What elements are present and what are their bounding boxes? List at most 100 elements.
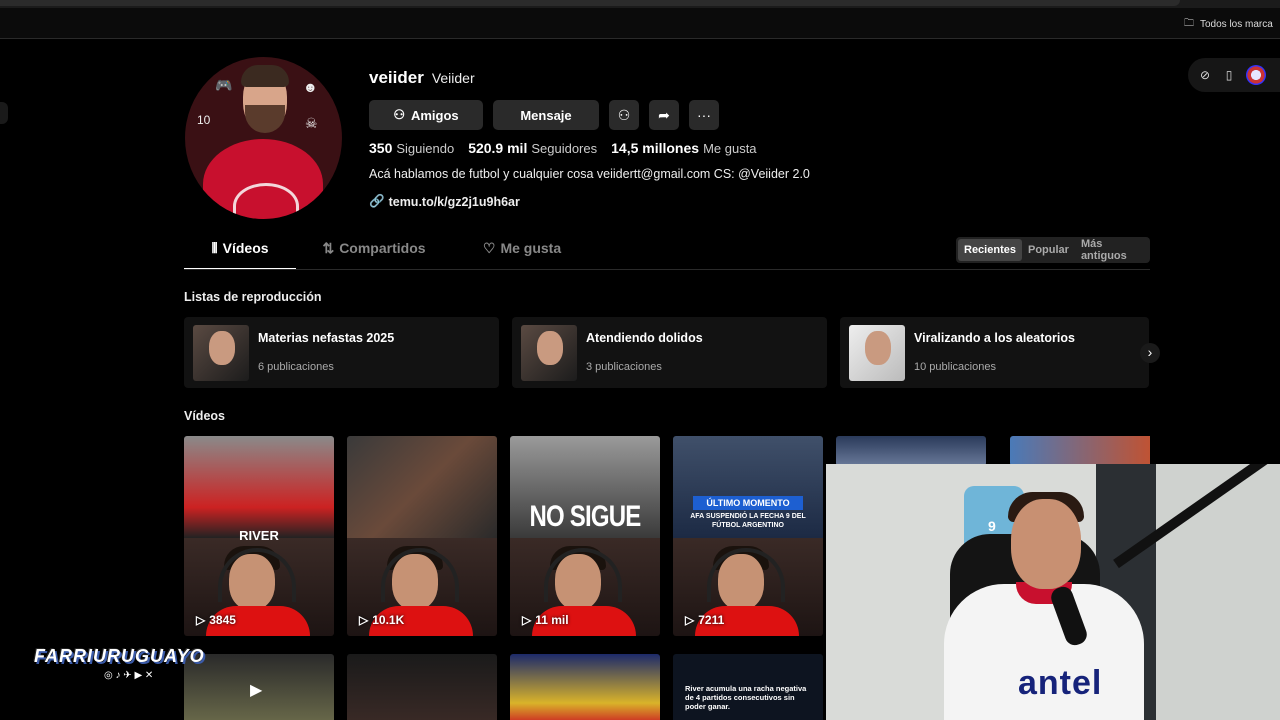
account-avatar[interactable] xyxy=(1246,65,1266,85)
profile-link[interactable]: 🔗 temu.to/k/gz2j1u9h6ar xyxy=(369,194,520,209)
playlist-card[interactable]: Atendiendo dolidos 3 publicaciones xyxy=(512,317,827,388)
add-friend-icon[interactable]: ⚇ xyxy=(609,100,639,130)
heart-icon: ♡ xyxy=(482,240,496,256)
view-count: ▷ 11 mil xyxy=(522,613,569,627)
view-count: ▷ 10.1K xyxy=(359,613,404,627)
chevron-right-icon[interactable]: › xyxy=(1140,343,1160,363)
followers-stat[interactable]: 520.9 mil Seguidores xyxy=(468,140,597,156)
view-count-text: 10.1K xyxy=(372,613,405,627)
display-name: Veiider xyxy=(431,70,475,86)
profile-bio: Acá hablamos de futbol y cualquier cosa … xyxy=(369,167,810,181)
sort-recent[interactable]: Recientes xyxy=(958,239,1022,261)
video-thumbnail xyxy=(184,436,334,538)
playlist-card[interactable]: Viralizando a los aleatorios 10 publicac… xyxy=(840,317,1149,388)
folder-icon: 🗀 xyxy=(1184,18,1194,29)
shirt-number-icon: 10 xyxy=(197,113,211,127)
browser-top-strip xyxy=(0,0,1280,8)
video-caption: NO SIGUE xyxy=(529,500,642,533)
side-handle[interactable] xyxy=(0,102,8,124)
playlist-title: Viralizando a los aleatorios xyxy=(914,331,1075,345)
tab-liked[interactable]: ♡ Me gusta xyxy=(452,240,592,268)
tab-videos[interactable]: ⦀ Vídeos xyxy=(184,240,296,270)
bookmarks-bar: 🗀 Todos los marca xyxy=(0,8,1280,39)
sort-oldest[interactable]: Más antiguos xyxy=(1075,238,1150,262)
video-card[interactable] xyxy=(347,654,497,720)
video-card[interactable]: ▶ xyxy=(184,654,334,720)
jersey-number: 9 xyxy=(988,518,996,534)
profile-actions: ⚇ Amigos Mensaje ⚇ ➦ ··· xyxy=(369,100,719,130)
sort-popular[interactable]: Popular xyxy=(1022,239,1075,261)
playlist-count: 10 publicaciones xyxy=(914,361,996,373)
play-icon: ▷ xyxy=(359,613,369,627)
share-icon[interactable]: ➦ xyxy=(649,100,679,130)
playlist-title: Materias nefastas 2025 xyxy=(258,331,395,345)
address-bar[interactable] xyxy=(0,0,1180,6)
friends-label: Amigos xyxy=(410,107,459,123)
video-card[interactable]: RIVER ▷ 3845 xyxy=(184,436,334,636)
play-icon: ▷ xyxy=(196,613,206,627)
view-count-text: 7211 xyxy=(698,613,725,627)
grid-icon: ⦀ xyxy=(211,240,218,256)
following-count: 350 xyxy=(369,140,393,156)
tab-liked-label: Me gusta xyxy=(500,240,562,256)
sort-control: Recientes Popular Más antiguos xyxy=(956,237,1150,263)
video-card[interactable] xyxy=(510,654,660,720)
channel-watermark: FARRIURUGUAYO xyxy=(34,646,205,666)
link-icon: 🔗 xyxy=(369,194,385,208)
following-label: Siguiendo xyxy=(396,141,455,156)
user-check-icon: ⚇ xyxy=(393,107,405,122)
video-card[interactable]: River acumula una racha negativa de 4 pa… xyxy=(673,654,823,720)
playlist-thumbnail xyxy=(521,325,577,381)
more-options-icon[interactable]: ··· xyxy=(689,100,719,130)
view-count: ▷ 3845 xyxy=(196,613,236,627)
view-count-text: 3845 xyxy=(209,613,236,627)
video-caption: ÚLTIMO MOMENTO xyxy=(693,496,803,510)
profile-stats: 350 Siguiendo 520.9 mil Seguidores 14,5 mi… xyxy=(369,140,757,156)
cam-face xyxy=(1011,499,1081,589)
alien-icon: ☻ xyxy=(303,79,318,95)
tab-videos-label: Vídeos xyxy=(222,240,269,256)
view-count: ▷ 7211 xyxy=(685,613,724,627)
avatar-beard xyxy=(245,105,285,133)
video-caption: RIVER xyxy=(239,528,279,543)
video-caption: River acumula una racha negativa de 4 pa… xyxy=(685,684,807,711)
social-icons: ◎ ♪ ✈ ▶ ✕ xyxy=(104,670,154,681)
friends-button[interactable]: ⚇ Amigos xyxy=(369,100,483,130)
compass-icon[interactable]: ⊘ xyxy=(1198,68,1212,82)
tab-shared-label: Compartidos xyxy=(339,240,426,256)
webcam-overlay: 9 antel xyxy=(826,464,1280,720)
following-stat[interactable]: 350 Siguiendo xyxy=(369,140,454,156)
cam-wall xyxy=(1156,464,1280,720)
message-label: Mensaje xyxy=(520,107,572,123)
play-icon: ▷ xyxy=(522,613,532,627)
video-card[interactable]: NO SIGUE ▷ 11 mil xyxy=(510,436,660,636)
avatar-hair xyxy=(241,65,289,87)
cam-shirt-brand: antel xyxy=(1018,664,1103,702)
all-bookmarks-button[interactable]: 🗀 Todos los marca xyxy=(1184,16,1273,33)
likes-count: 14,5 millones xyxy=(611,140,700,156)
username: veiider xyxy=(369,68,424,87)
playlist-title: Atendiendo dolidos xyxy=(586,331,703,345)
profile-link-text: temu.to/k/gz2j1u9h6ar xyxy=(388,194,520,209)
phone-icon[interactable]: ▯ xyxy=(1222,68,1236,82)
play-icon: ▶ xyxy=(250,682,263,699)
followers-label: Seguidores xyxy=(531,141,598,156)
view-count-text: 11 mil xyxy=(535,613,569,627)
video-card[interactable] xyxy=(836,436,986,466)
video-subcaption: AFA SUSPENDIÓ LA FECHA 9 DEL FÚTBOL ARGE… xyxy=(690,513,806,529)
profile-avatar: 🎮 ☻ ☠ 10 xyxy=(185,57,342,219)
profile-header: veiider Veiider xyxy=(369,68,475,88)
video-card[interactable]: ▷ 10.1K xyxy=(347,436,497,636)
video-card[interactable] xyxy=(1010,436,1150,466)
gamepad-icon: 🎮 xyxy=(215,77,233,93)
playlist-count: 6 publicaciones xyxy=(258,361,334,373)
message-button[interactable]: Mensaje xyxy=(493,100,599,130)
tab-shared[interactable]: ⇅ Compartidos xyxy=(296,240,452,268)
followers-count: 520.9 mil xyxy=(468,140,528,156)
playlists-row: Materias nefastas 2025 6 publicaciones A… xyxy=(184,317,1149,388)
likes-label: Me gusta xyxy=(703,141,757,156)
playlists-heading: Listas de reproducción xyxy=(184,290,322,304)
all-bookmarks-label: Todos los marca xyxy=(1200,19,1273,30)
video-card[interactable]: ÚLTIMO MOMENTO AFA SUSPENDIÓ LA FECHA 9 … xyxy=(673,436,823,636)
playlist-card[interactable]: Materias nefastas 2025 6 publicaciones xyxy=(184,317,499,388)
